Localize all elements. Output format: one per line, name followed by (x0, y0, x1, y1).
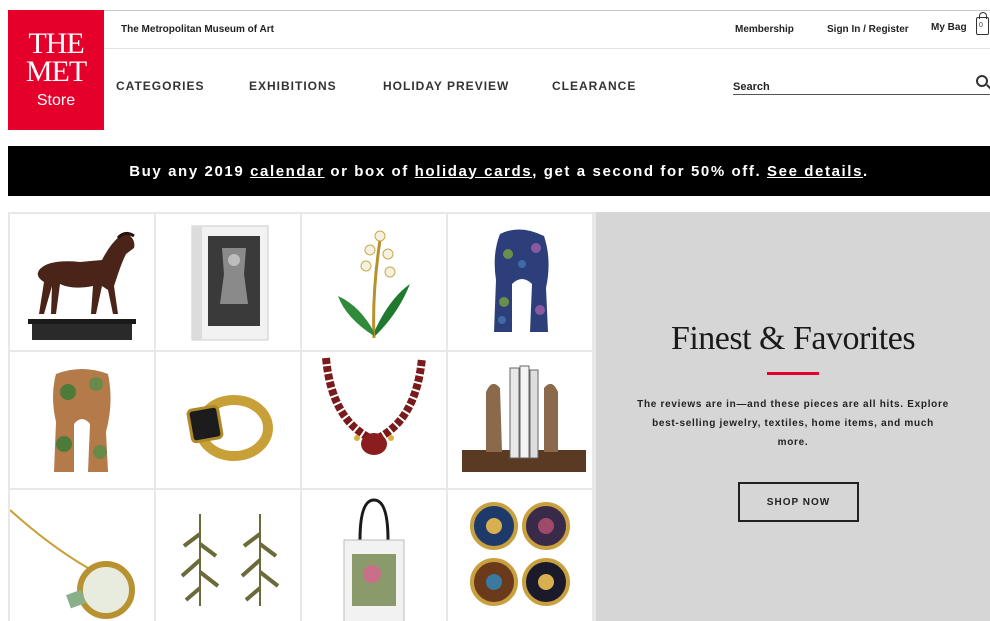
search-input[interactable] (733, 79, 963, 95)
product-bead-necklace[interactable] (302, 352, 446, 488)
product-branch-earrings[interactable] (156, 490, 300, 621)
feature-title: Finest & Favorites (670, 320, 916, 357)
search-bar (733, 75, 990, 95)
logo-line-2: MET (25, 55, 87, 88)
logo-line-3: Store (36, 92, 76, 109)
museum-link[interactable]: The Metropolitan Museum of Art (121, 24, 274, 35)
membership-link[interactable]: Membership (735, 24, 794, 35)
search-icon[interactable] (976, 75, 988, 87)
nav-holiday-preview[interactable]: HOLIDAY PREVIEW (383, 79, 509, 93)
promo-see-details-link[interactable]: See details (767, 163, 863, 180)
bead-necklace-image (322, 357, 426, 455)
promo-text-1: Buy any 2019 (129, 162, 251, 180)
product-horse-sculpture[interactable] (10, 214, 154, 350)
nav-exhibitions[interactable]: EXHIBITIONS (249, 79, 337, 93)
tote-bag-image (343, 498, 405, 621)
promo-text-3: , get a second for 50% off. (532, 162, 768, 180)
product-lily-pin[interactable] (302, 214, 446, 350)
product-camo-scarf[interactable] (10, 352, 154, 488)
feature-description: The reviews are in—and these pieces are … (637, 399, 949, 448)
sign-in-link[interactable]: Sign In / Register (827, 24, 909, 35)
product-signet-ring[interactable] (156, 352, 300, 488)
promo-holiday-cards-link[interactable]: holiday cards (415, 163, 533, 180)
product-magnifier-pendant[interactable] (10, 490, 154, 621)
product-figure-bookends[interactable] (448, 352, 592, 488)
header-divider (104, 48, 990, 49)
finest-favorites-panel: Finest & Favorites The reviews are in—an… (596, 212, 990, 621)
shopping-bag-icon[interactable]: 0 (976, 12, 989, 35)
met-store-logo[interactable]: THE MET Store (8, 10, 104, 130)
product-art-book[interactable] (156, 214, 300, 350)
promo-banner: Buy any 2019 calendar or box of holiday … (8, 146, 990, 196)
floral-scarf-image (494, 229, 549, 332)
site-header: THE MET Store The Metropolitan Museum of… (0, 0, 990, 146)
product-tote-bag[interactable] (302, 490, 446, 621)
shop-now-button[interactable]: SHOP NOW (738, 482, 859, 522)
promo-text-2: or box of (324, 162, 415, 180)
plate-set-image (470, 502, 570, 606)
logo-line-1: THE (28, 27, 84, 60)
product-plate-set[interactable] (448, 490, 592, 621)
camo-scarf-image (53, 369, 111, 472)
bag-count: 0 (979, 22, 983, 29)
feature-accent-rule (767, 372, 819, 375)
signet-ring-image (186, 395, 273, 461)
nav-clearance[interactable]: CLEARANCE (552, 79, 636, 93)
product-grid (8, 212, 596, 621)
branch-earrings-image (180, 514, 280, 606)
promo-text-4: . (863, 162, 869, 180)
product-floral-scarf[interactable] (448, 214, 592, 350)
header-top-rule (104, 10, 990, 11)
horse-sculpture-image (28, 231, 136, 340)
bookends-image (462, 365, 586, 472)
my-bag-link[interactable]: My Bag (931, 22, 967, 33)
lily-pin-image (338, 230, 410, 339)
art-book-image (191, 225, 269, 341)
magnifier-pendant-image (10, 509, 135, 619)
promo-calendar-link[interactable]: calendar (250, 163, 325, 180)
nav-categories[interactable]: CATEGORIES (116, 79, 204, 93)
